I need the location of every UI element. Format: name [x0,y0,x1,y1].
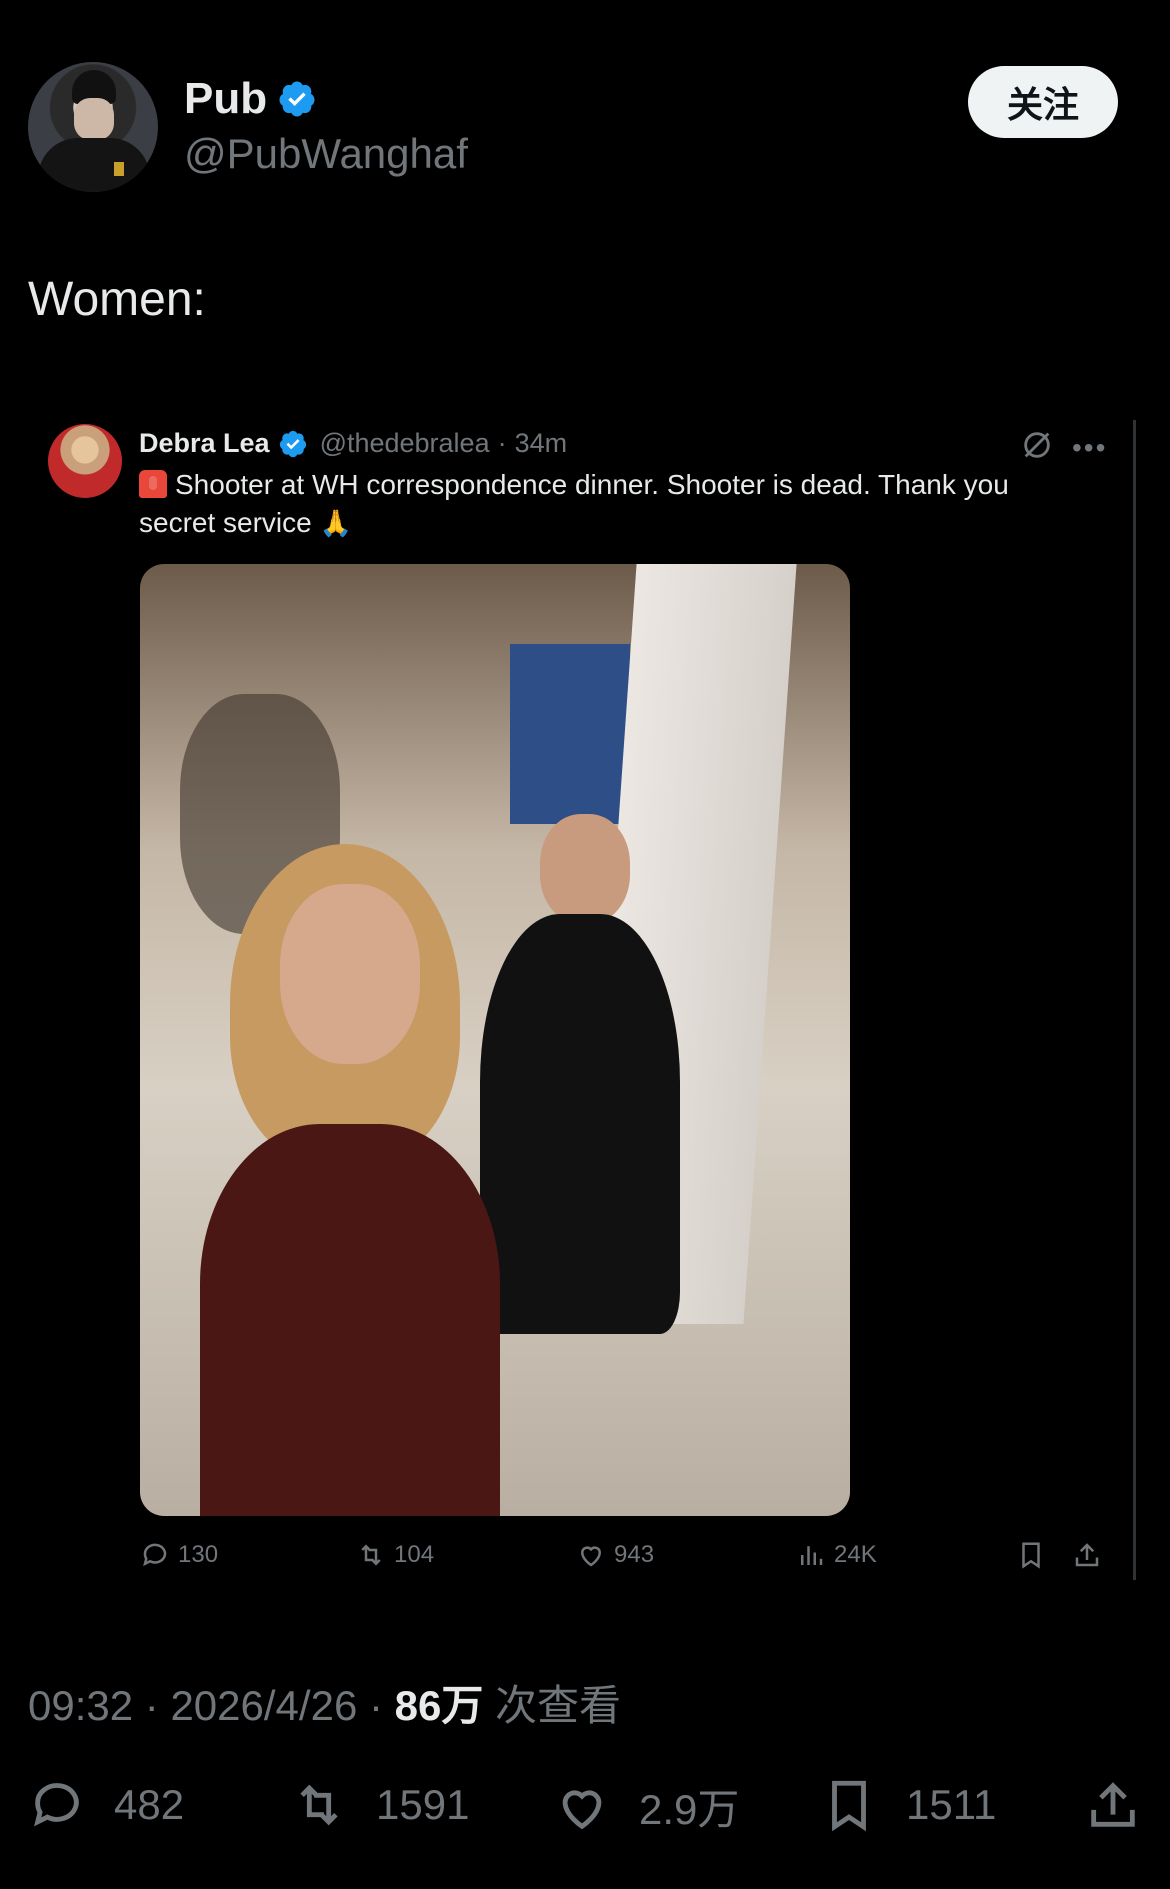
share-icon [1075,1543,1099,1567]
tweet-meta: 09:32 · 2026/4/26 · 86万 次查看 [28,1672,621,1733]
bookmark-icon [1022,1542,1040,1569]
quoted-share-button[interactable] [1072,1540,1102,1570]
separator-dot: · [368,1682,383,1729]
more-options-icon[interactable]: ••• [1072,432,1106,463]
reply-icon [34,1783,79,1827]
tweet-action-bar: 482 1591 2.9万 1511 [28,1776,1142,1840]
tweet-text: Women: [28,273,206,326]
verified-badge-icon [279,430,306,457]
quoted-views-count: 24K [834,1541,877,1568]
quoted-reply-button[interactable]: 130 [140,1540,218,1570]
quoted-views-button[interactable]: 24K [796,1540,877,1570]
quoted-reply-count: 130 [178,1541,219,1568]
quoted-repost-button[interactable]: 104 [356,1540,434,1570]
bookmark-button[interactable]: 1511 [820,1776,996,1834]
quoted-like-count: 943 [614,1541,655,1568]
repost-count: 1591 [376,1781,470,1828]
siren-emoji-icon [139,470,167,498]
quoted-action-bar: 130 104 943 24K [140,1540,1112,1580]
reply-icon [143,1543,167,1567]
author-handle[interactable]: @PubWanghaf [184,130,468,178]
scrollbar [1133,420,1136,1580]
praying-hands-emoji-icon: 🙏 [319,508,352,538]
heart-icon [562,1789,602,1829]
quoted-author-handle[interactable]: @thedebralea [320,428,490,459]
tweet-time[interactable]: 09:32 [28,1682,133,1729]
quoted-repost-count: 104 [394,1541,435,1568]
tweet-view-count: 86万 [394,1682,484,1729]
separator-dot: · [497,428,507,458]
quoted-author-avatar[interactable] [48,424,122,498]
quoted-bookmark-button[interactable] [1016,1540,1046,1570]
quoted-like-button[interactable]: 943 [576,1540,654,1570]
quoted-timestamp[interactable]: 34m [515,428,568,459]
reply-count: 482 [114,1781,185,1828]
quoted-author-name[interactable]: Debra Lea [139,428,270,459]
repost-button[interactable]: 1591 [290,1776,469,1834]
quoted-tweet-text: Shooter at WH correspondence dinner. Sho… [139,466,1059,542]
author-name-row[interactable]: Pub [184,74,317,124]
repost-icon [361,1544,381,1566]
follow-button[interactable]: 关注 [968,66,1118,138]
bookmark-count: 1511 [906,1781,997,1828]
bookmark-icon [832,1780,866,1832]
author-avatar[interactable] [28,62,158,192]
views-icon [801,1546,823,1565]
separator-dot: · [144,1682,159,1729]
grok-icon[interactable] [1020,428,1054,462]
quoted-author-row[interactable]: Debra Lea @thedebralea · 34m [139,428,567,459]
like-button[interactable]: 2.9万 [553,1776,739,1837]
quoted-tweet-photo[interactable] [140,564,850,1516]
author-name[interactable]: Pub [184,74,267,124]
tweet-view-suffix: 次查看 [495,1682,622,1729]
tweet-date[interactable]: 2026/4/26 [170,1682,357,1729]
repost-icon [300,1784,338,1826]
verified-badge-icon [279,81,315,117]
quoted-tweet-body: Shooter at WH correspondence dinner. Sho… [139,469,1009,538]
share-button[interactable] [1084,1776,1142,1834]
share-icon [1091,1782,1135,1827]
heart-icon [580,1546,602,1567]
like-count: 2.9万 [639,1786,740,1833]
reply-button[interactable]: 482 [28,1776,184,1834]
